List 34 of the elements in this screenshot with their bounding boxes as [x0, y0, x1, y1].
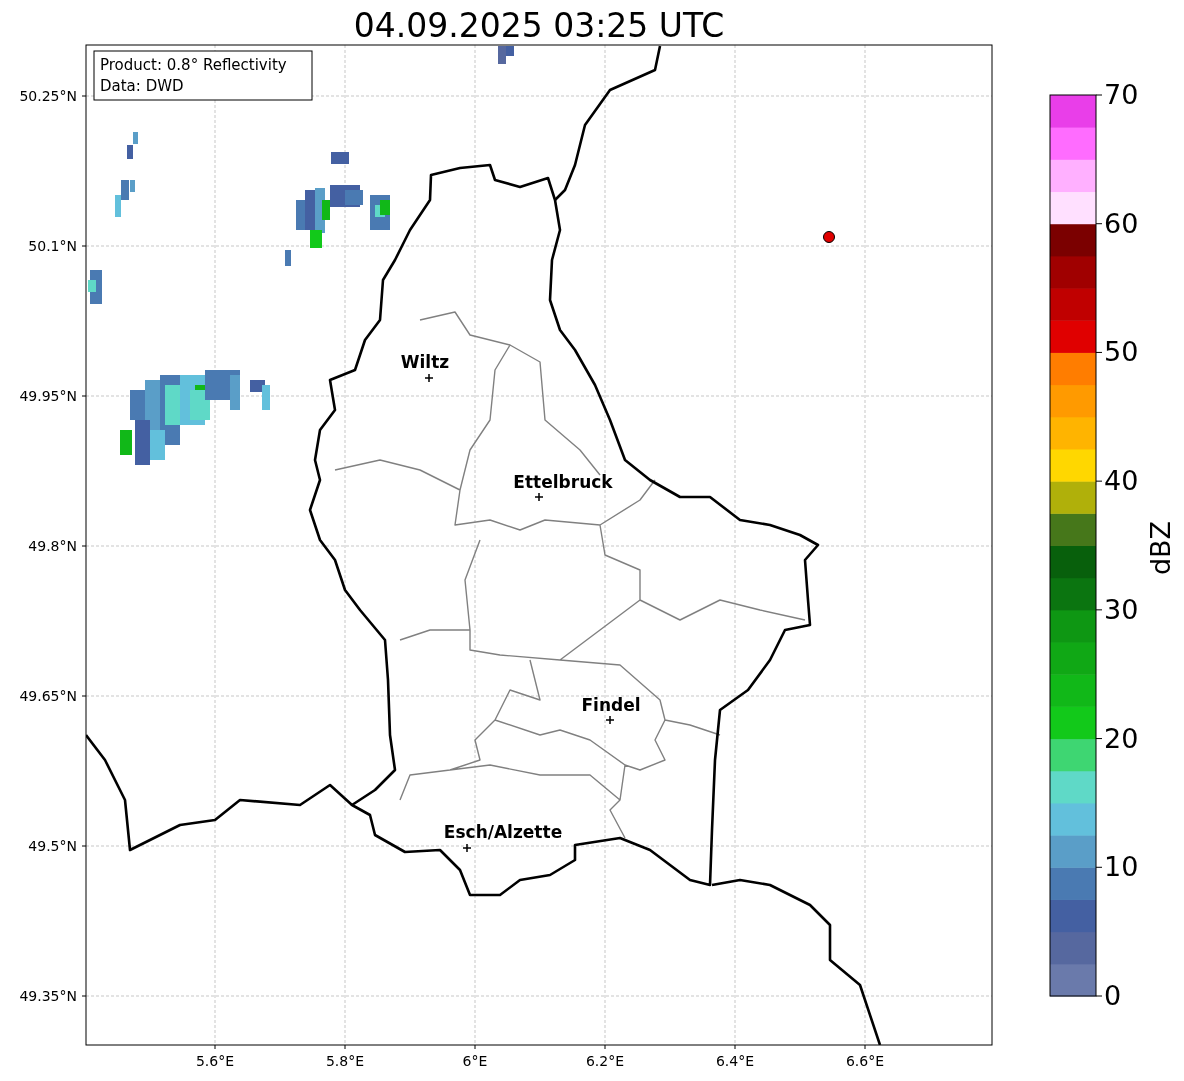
latitude-label: 50.1°N [28, 238, 77, 254]
longitude-label: 6.2°E [585, 1053, 625, 1069]
chart-title: 04.09.2025 03:25 UTC [353, 6, 725, 45]
city-marker [534, 492, 544, 502]
latitude-label: 50.25°N [19, 88, 77, 104]
info-text: Product: 0.8° Reflectivity [100, 56, 287, 74]
city-marker [462, 843, 472, 853]
colorbar-tick-label: 40 [1104, 465, 1139, 497]
city-label: Wiltz [400, 352, 450, 372]
longitude-label: 6.4°E [715, 1053, 755, 1069]
colorbar-tick-label: 10 [1104, 851, 1139, 883]
latitude-label: 49.65°N [19, 688, 77, 704]
colorbar-tick-label: 20 [1104, 722, 1139, 754]
location-dot [823, 231, 835, 243]
city-marker [605, 715, 615, 725]
city-label: Esch/Alzette [443, 822, 563, 842]
latitude-label: 49.35°N [19, 988, 77, 1004]
latitude-label: 49.8°N [28, 538, 77, 554]
city-marker [424, 373, 434, 383]
city-label: Ettelbruck [513, 472, 613, 492]
latitude-label: 49.5°N [28, 838, 77, 854]
longitude-label: 6.6°E [845, 1053, 885, 1069]
colorbar-tick-label: 60 [1104, 207, 1139, 239]
colorbar-label: dBZ [1145, 520, 1176, 576]
colorbar-tick-label: 70 [1104, 79, 1139, 110]
longitude-label: 5.6°E [195, 1053, 235, 1069]
colorbar-tick-label: 50 [1104, 336, 1139, 368]
info-text: Data: DWD [100, 77, 184, 95]
longitude-label: 6°E [462, 1053, 488, 1069]
latitude-label: 49.95°N [19, 388, 77, 404]
longitude-label: 5.8°E [325, 1053, 365, 1069]
colorbar-tick-label: 0 [1104, 980, 1122, 1011]
colorbar-tick-label: 30 [1104, 593, 1139, 625]
city-label: Findel [581, 695, 641, 715]
